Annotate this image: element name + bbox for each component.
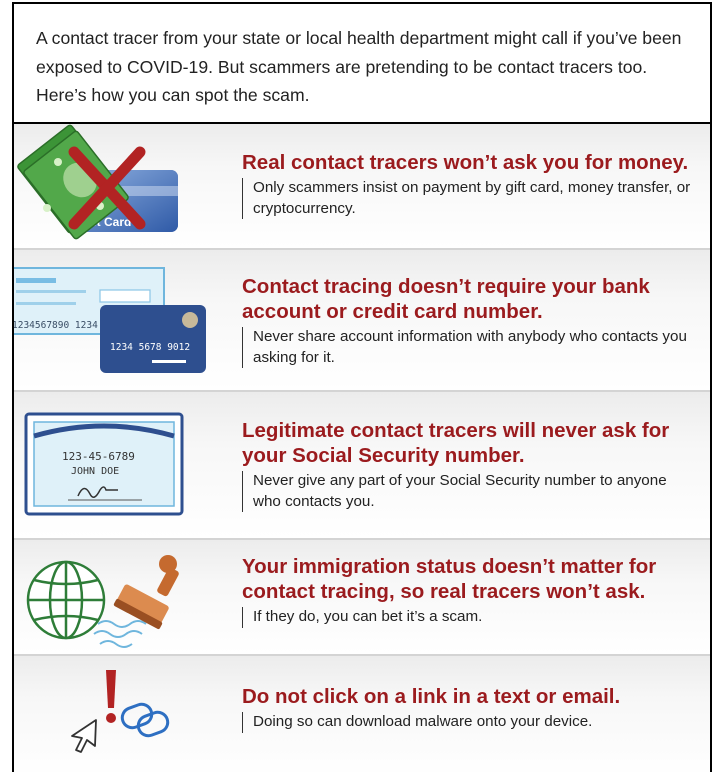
credit-card-shape: 1234 5678 9012 <box>100 305 206 373</box>
rubber-stamp-shape <box>113 555 179 630</box>
tip-title: Your immigration status doesn’t matter f… <box>242 555 657 603</box>
check-and-credit-card-icon: 1234567890 1234 1234 5678 9012 <box>14 267 206 373</box>
tip-title: Legitimate contact tracers will never as… <box>242 419 670 467</box>
tip-row-immigration: Your immigration status doesn’t matter f… <box>14 540 710 656</box>
tip-title: Contact tracing doesn’t require your ban… <box>242 275 650 323</box>
scam-infographic: A contact tracer from your state or loca… <box>12 2 712 772</box>
mouse-cursor-shape <box>71 719 97 753</box>
money-gift-card-crossed-icon: Gift Card <box>17 124 178 240</box>
tip-description: Never share account information with any… <box>242 327 698 368</box>
social-security-card-icon: 123-45-6789 JOHN DOE <box>24 412 184 516</box>
waves-shape <box>93 620 147 648</box>
tip-row-bank: 1234567890 1234 1234 5678 9012 Contact t… <box>14 250 710 392</box>
tip-title: Real contact tracers won’t ask you for m… <box>242 151 689 174</box>
tip-row-link: Do not click on a link in a text or emai… <box>14 656 710 772</box>
tip-title: Do not click on a link in a text or emai… <box>242 685 621 708</box>
globe-and-stamp-icon <box>26 555 179 648</box>
intro-paragraph: A contact tracer from your state or loca… <box>36 28 682 105</box>
ssn-name: JOHN DOE <box>71 466 119 477</box>
globe-shape <box>26 560 106 640</box>
tip-description: If they do, you can bet it’s a scam. <box>242 607 698 628</box>
exclamation-mark-shape <box>106 670 116 723</box>
tip-description: Doing so can download malware onto your … <box>242 712 698 733</box>
tip-row-ssn: 123-45-6789 JOHN DOE Legitimate contact … <box>14 392 710 540</box>
card-number: 1234 5678 9012 <box>110 342 190 353</box>
tip-description: Only scammers insist on payment by gift … <box>242 178 698 219</box>
cursor-alert-link-icon <box>71 670 170 753</box>
check-account-number: 1234567890 1234 <box>14 320 98 331</box>
tip-description: Never give any part of your Social Secur… <box>242 471 698 512</box>
ssn-number: 123-45-6789 <box>62 450 135 463</box>
tip-row-money: Gift Card Real contact tracers won’t ask… <box>14 124 710 250</box>
chain-link-shape <box>120 702 170 738</box>
